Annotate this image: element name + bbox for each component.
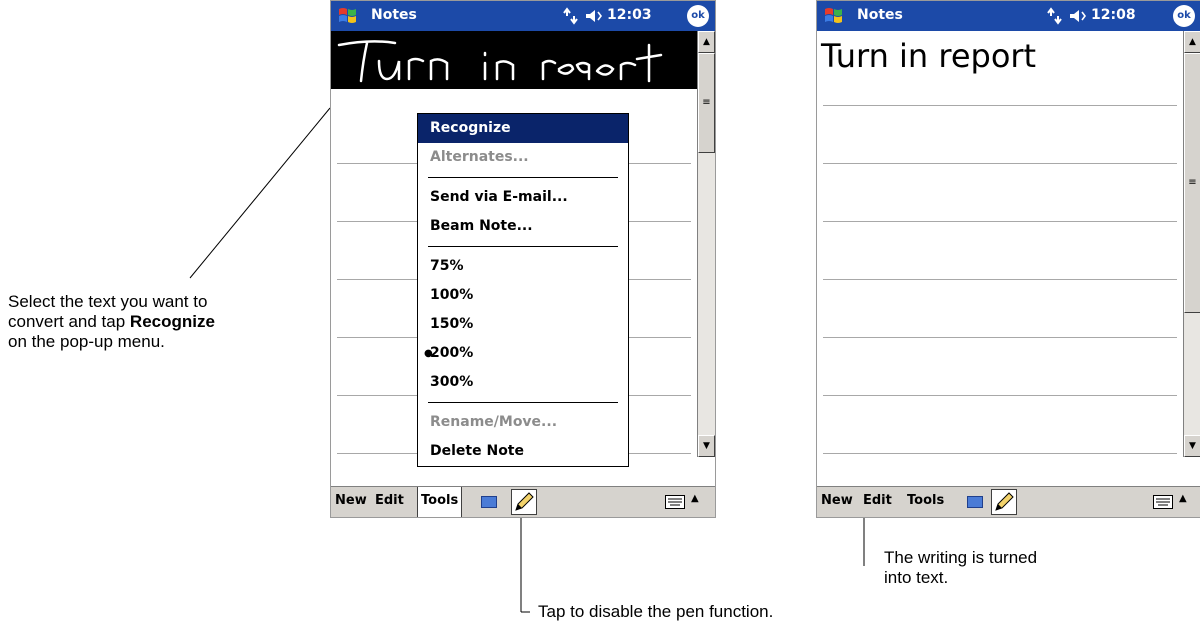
callout-line: on the pop-up menu.	[8, 332, 165, 351]
callout-line: The writing is turned	[884, 548, 1038, 567]
keyboard-icon[interactable]	[665, 495, 685, 509]
menu-item-zoom-75[interactable]: 75%	[418, 252, 628, 281]
scroll-thumb[interactable]: ≡	[698, 53, 715, 153]
speaker-icon[interactable]	[1069, 8, 1087, 24]
selected-ink-writing[interactable]	[331, 31, 697, 89]
windows-flag-icon[interactable]	[823, 5, 845, 27]
pen-icon	[995, 492, 1014, 511]
menu-edit[interactable]: Edit	[863, 493, 892, 508]
title-bar: Notes 12:08 ok	[817, 1, 1200, 31]
menu-item-zoom-100[interactable]: 100%	[418, 281, 628, 310]
pen-callout: Tap to disable the pen function.	[538, 602, 774, 621]
sip-arrow-icon[interactable]: ▲	[1179, 493, 1187, 504]
note-content[interactable]: Turn in report	[817, 31, 1183, 457]
scroll-up-icon[interactable]: ▲	[1184, 31, 1200, 53]
scroll-down-icon[interactable]: ▼	[1184, 435, 1200, 457]
menu-separator	[428, 402, 618, 403]
clock[interactable]: 12:03	[607, 7, 652, 23]
menu-tools[interactable]: Tools	[417, 487, 463, 517]
select-text-callout: Select the text you want to convert and …	[8, 292, 215, 352]
menu-item-zoom-200[interactable]: ● 200%	[418, 339, 628, 368]
pen-icon	[515, 492, 534, 511]
note-content[interactable]: Recognize Alternates... Send via E-mail.…	[331, 31, 697, 467]
ruled-line	[823, 337, 1177, 338]
menu-bar: New Edit Tools ▲	[331, 486, 715, 517]
menu-item-zoom-150[interactable]: 150%	[418, 310, 628, 339]
app-title: Notes	[371, 7, 417, 23]
scroll-down-icon[interactable]: ▼	[698, 435, 715, 457]
selected-bullet-icon: ●	[424, 348, 433, 359]
menu-bar: New Edit Tools ▲	[817, 486, 1200, 517]
callout-line: into text.	[884, 568, 949, 587]
menu-separator	[428, 177, 618, 178]
menu-item-zoom-300[interactable]: 300%	[418, 368, 628, 397]
callout-line: Select the text you want to	[8, 292, 208, 311]
ruled-line	[823, 279, 1177, 280]
recorder-icon[interactable]	[481, 496, 497, 508]
connectivity-icon[interactable]	[563, 7, 579, 25]
title-bar: Notes 12:03 ok	[331, 1, 715, 31]
menu-separator	[428, 246, 618, 247]
windows-flag-icon[interactable]	[337, 5, 359, 27]
scroll-thumb[interactable]: ≡	[1184, 53, 1200, 313]
scroll-up-icon[interactable]: ▲	[698, 31, 715, 53]
ruled-line	[823, 105, 1177, 106]
recorder-icon[interactable]	[967, 496, 983, 508]
keyboard-keys	[668, 498, 682, 506]
menu-item-rename-move[interactable]: Rename/Move...	[418, 408, 628, 437]
sip-arrow-icon[interactable]: ▲	[691, 493, 699, 504]
menu-item-delete-note[interactable]: Delete Note	[418, 437, 628, 466]
app-title: Notes	[857, 7, 903, 23]
menu-edit[interactable]: Edit	[375, 493, 404, 508]
ruled-line	[823, 395, 1177, 396]
ruled-line	[823, 221, 1177, 222]
callout-text: convert and tap	[8, 312, 130, 331]
vertical-scrollbar[interactable]: ▲ ≡ ▼	[1183, 31, 1200, 457]
clock[interactable]: 12:08	[1091, 7, 1136, 23]
menu-item-send-email[interactable]: Send via E-mail...	[418, 183, 628, 212]
keyboard-keys	[1156, 498, 1170, 506]
ok-button[interactable]: ok	[687, 5, 709, 27]
menu-new[interactable]: New	[335, 493, 367, 508]
menu-tools[interactable]: Tools	[907, 493, 944, 508]
popup-menu: Recognize Alternates... Send via E-mail.…	[417, 113, 629, 467]
menu-item-beam-note[interactable]: Beam Note...	[418, 212, 628, 241]
vertical-scrollbar[interactable]: ▲ ≡ ▼	[697, 31, 715, 457]
ok-button[interactable]: ok	[1173, 5, 1195, 27]
scroll-track[interactable]	[1184, 313, 1200, 435]
connectivity-icon[interactable]	[1047, 7, 1063, 25]
menu-new[interactable]: New	[821, 493, 853, 508]
pen-button[interactable]	[991, 489, 1017, 515]
right-device-screen: Notes 12:08 ok Turn in report ▲ ≡ ▼ New …	[816, 0, 1200, 518]
menu-item-recognize[interactable]: Recognize	[418, 114, 628, 143]
menu-item-alternates[interactable]: Alternates...	[418, 143, 628, 172]
ruled-line	[823, 453, 1177, 454]
scroll-track[interactable]	[698, 153, 715, 435]
recognized-text[interactable]: Turn in report	[821, 37, 1036, 75]
handwriting-ink	[337, 40, 663, 83]
writing-callout: The writing is turned into text.	[884, 548, 1037, 588]
left-device-screen: Notes 12:03 ok Recognize Alternates... S…	[330, 0, 716, 518]
keyboard-icon[interactable]	[1153, 495, 1173, 509]
ruled-line	[823, 163, 1177, 164]
callout-recognize-word: Recognize	[129, 312, 215, 331]
speaker-icon[interactable]	[585, 8, 603, 24]
pen-button[interactable]	[511, 489, 537, 515]
callout-line: convert and tap Recognize	[8, 312, 215, 332]
